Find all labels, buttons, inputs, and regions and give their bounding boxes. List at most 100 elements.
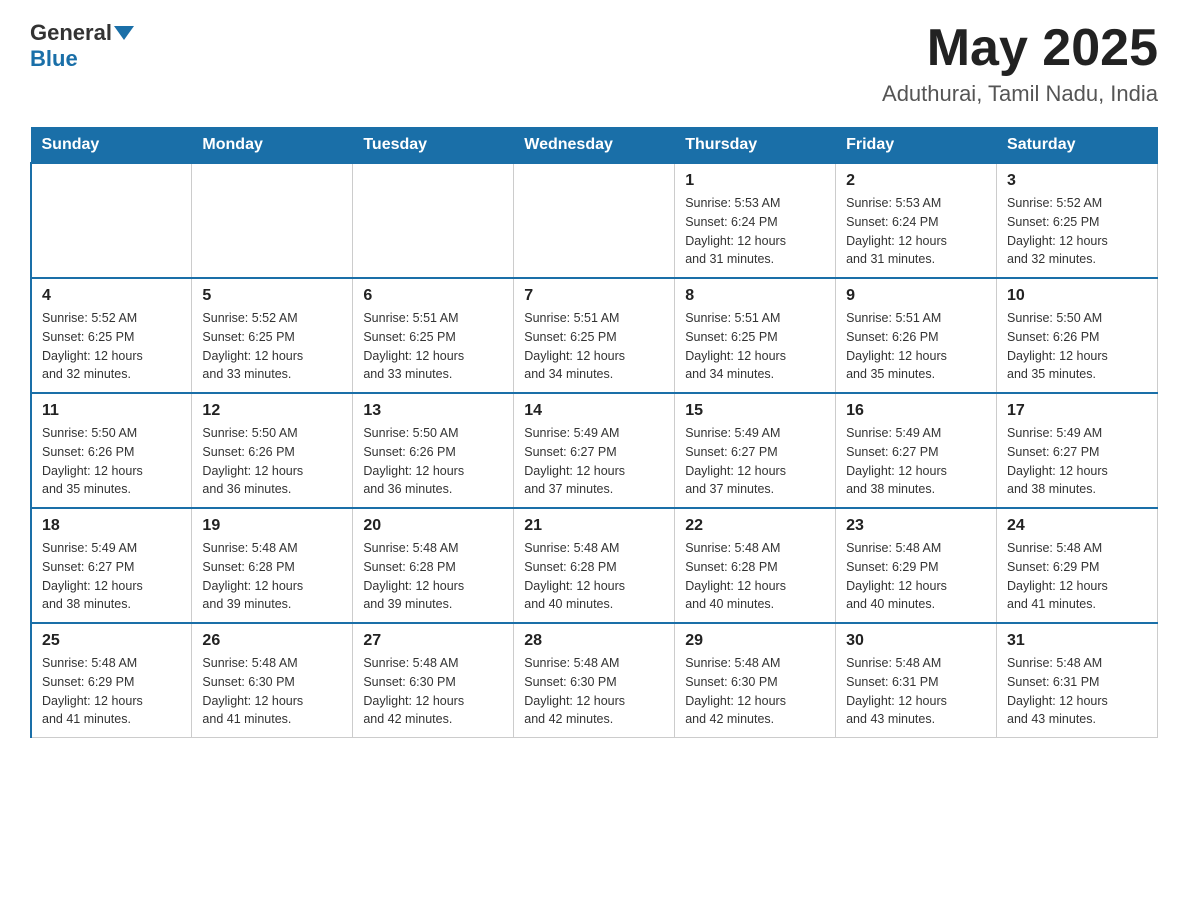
logo: General Blue	[30, 20, 136, 72]
day-info: Sunrise: 5:51 AMSunset: 6:25 PMDaylight:…	[685, 309, 825, 384]
calendar-day-cell: 6Sunrise: 5:51 AMSunset: 6:25 PMDaylight…	[353, 278, 514, 393]
day-number: 30	[846, 632, 986, 650]
day-info: Sunrise: 5:53 AMSunset: 6:24 PMDaylight:…	[685, 194, 825, 269]
location-subtitle: Aduthurai, Tamil Nadu, India	[882, 81, 1158, 107]
logo-blue-text: Blue	[30, 46, 78, 72]
day-number: 19	[202, 517, 342, 535]
header-sunday: Sunday	[31, 128, 192, 164]
calendar-day-cell: 26 Sunrise: 5:48 AMSunset: 6:30 PMDayligh…	[192, 623, 353, 738]
calendar-day-cell: 16 Sunrise: 5:49 AMSunset: 6:27 PMDayligh…	[836, 393, 997, 508]
day-info: Sunrise: 5:48 AMSunset: 6:28 PMDaylight:…	[363, 539, 503, 614]
day-info: Sunrise: 5:48 AMSunset: 6:28 PMDaylight:…	[685, 539, 825, 614]
day-number: 1	[685, 172, 825, 190]
calendar-day-cell: 17Sunrise: 5:49 AMSunset: 6:27 PMDayligh…	[997, 393, 1158, 508]
day-info: Sunrise: 5:49 AMSunset: 6:27 PMDaylight:…	[846, 424, 986, 499]
calendar-day-cell: 4Sunrise: 5:52 AMSunset: 6:25 PMDaylight…	[31, 278, 192, 393]
header-friday: Friday	[836, 128, 997, 164]
calendar-day-cell: 22 Sunrise: 5:48 AMSunset: 6:28 PMDayligh…	[675, 508, 836, 623]
day-number: 21	[524, 517, 664, 535]
day-number: 9	[846, 287, 986, 305]
month-year-title: May 2025	[882, 20, 1158, 77]
calendar-day-cell: 19 Sunrise: 5:48 AMSunset: 6:28 PMDayligh…	[192, 508, 353, 623]
logo-triangle-icon	[114, 26, 134, 40]
calendar-day-cell: 12Sunrise: 5:50 AMSunset: 6:26 PMDayligh…	[192, 393, 353, 508]
day-info: Sunrise: 5:48 AMSunset: 6:31 PMDaylight:…	[846, 654, 986, 729]
day-info: Sunrise: 5:53 AMSunset: 6:24 PMDaylight:…	[846, 194, 986, 269]
title-section: May 2025 Aduthurai, Tamil Nadu, India	[882, 20, 1158, 107]
calendar-day-cell: 1 Sunrise: 5:53 AMSunset: 6:24 PMDaylight…	[675, 163, 836, 278]
calendar-day-cell: 29Sunrise: 5:48 AMSunset: 6:30 PMDayligh…	[675, 623, 836, 738]
day-info: Sunrise: 5:48 AMSunset: 6:30 PMDaylight:…	[363, 654, 503, 729]
calendar-day-cell: 9Sunrise: 5:51 AMSunset: 6:26 PMDaylight…	[836, 278, 997, 393]
page-header: General Blue May 2025 Aduthurai, Tamil N…	[30, 20, 1158, 107]
day-info: Sunrise: 5:48 AMSunset: 6:30 PMDaylight:…	[524, 654, 664, 729]
calendar-day-cell: 7 Sunrise: 5:51 AMSunset: 6:25 PMDaylight…	[514, 278, 675, 393]
day-number: 8	[685, 287, 825, 305]
day-info: Sunrise: 5:49 AMSunset: 6:27 PMDaylight:…	[685, 424, 825, 499]
day-info: Sunrise: 5:51 AMSunset: 6:25 PMDaylight:…	[363, 309, 503, 384]
calendar-day-cell: 13Sunrise: 5:50 AMSunset: 6:26 PMDayligh…	[353, 393, 514, 508]
calendar-day-cell: 8 Sunrise: 5:51 AMSunset: 6:25 PMDaylight…	[675, 278, 836, 393]
calendar-day-cell: 24 Sunrise: 5:48 AMSunset: 6:29 PMDayligh…	[997, 508, 1158, 623]
day-info: Sunrise: 5:49 AMSunset: 6:27 PMDaylight:…	[524, 424, 664, 499]
day-number: 11	[42, 402, 181, 420]
day-info: Sunrise: 5:48 AMSunset: 6:29 PMDaylight:…	[1007, 539, 1147, 614]
calendar-day-cell: 30 Sunrise: 5:48 AMSunset: 6:31 PMDayligh…	[836, 623, 997, 738]
day-number: 20	[363, 517, 503, 535]
calendar-day-cell: 25Sunrise: 5:48 AMSunset: 6:29 PMDayligh…	[31, 623, 192, 738]
day-number: 24	[1007, 517, 1147, 535]
day-number: 23	[846, 517, 986, 535]
calendar-day-cell: 31Sunrise: 5:48 AMSunset: 6:31 PMDayligh…	[997, 623, 1158, 738]
calendar-header: Sunday Monday Tuesday Wednesday Thursday…	[31, 128, 1158, 164]
day-info: Sunrise: 5:48 AMSunset: 6:28 PMDaylight:…	[202, 539, 342, 614]
day-number: 16	[846, 402, 986, 420]
day-number: 22	[685, 517, 825, 535]
header-thursday: Thursday	[675, 128, 836, 164]
day-info: Sunrise: 5:48 AMSunset: 6:30 PMDaylight:…	[685, 654, 825, 729]
calendar-week-row: 11 Sunrise: 5:50 AMSunset: 6:26 PMDayligh…	[31, 393, 1158, 508]
day-number: 7	[524, 287, 664, 305]
day-number: 15	[685, 402, 825, 420]
day-info: Sunrise: 5:51 AMSunset: 6:25 PMDaylight:…	[524, 309, 664, 384]
day-info: Sunrise: 5:50 AMSunset: 6:26 PMDaylight:…	[1007, 309, 1147, 384]
day-info: Sunrise: 5:52 AMSunset: 6:25 PMDaylight:…	[202, 309, 342, 384]
day-number: 14	[524, 402, 664, 420]
header-monday: Monday	[192, 128, 353, 164]
calendar-week-row: 25Sunrise: 5:48 AMSunset: 6:29 PMDayligh…	[31, 623, 1158, 738]
day-info: Sunrise: 5:48 AMSunset: 6:30 PMDaylight:…	[202, 654, 342, 729]
day-info: Sunrise: 5:48 AMSunset: 6:31 PMDaylight:…	[1007, 654, 1147, 729]
day-info: Sunrise: 5:48 AMSunset: 6:28 PMDaylight:…	[524, 539, 664, 614]
logo-general-text: General	[30, 20, 112, 46]
days-of-week-row: Sunday Monday Tuesday Wednesday Thursday…	[31, 128, 1158, 164]
calendar-week-row: 18Sunrise: 5:49 AMSunset: 6:27 PMDayligh…	[31, 508, 1158, 623]
day-info: Sunrise: 5:52 AMSunset: 6:25 PMDaylight:…	[1007, 194, 1147, 269]
calendar-day-cell: 3 Sunrise: 5:52 AMSunset: 6:25 PMDaylight…	[997, 163, 1158, 278]
calendar-day-cell: 23 Sunrise: 5:48 AMSunset: 6:29 PMDayligh…	[836, 508, 997, 623]
header-saturday: Saturday	[997, 128, 1158, 164]
calendar-body: 1 Sunrise: 5:53 AMSunset: 6:24 PMDaylight…	[31, 163, 1158, 738]
day-info: Sunrise: 5:49 AMSunset: 6:27 PMDaylight:…	[42, 539, 181, 614]
day-number: 2	[846, 172, 986, 190]
day-number: 26	[202, 632, 342, 650]
day-number: 5	[202, 287, 342, 305]
calendar-day-cell: 15 Sunrise: 5:49 AMSunset: 6:27 PMDayligh…	[675, 393, 836, 508]
day-info: Sunrise: 5:50 AMSunset: 6:26 PMDaylight:…	[363, 424, 503, 499]
calendar-day-cell	[353, 163, 514, 278]
day-number: 28	[524, 632, 664, 650]
header-tuesday: Tuesday	[353, 128, 514, 164]
calendar-day-cell: 27 Sunrise: 5:48 AMSunset: 6:30 PMDayligh…	[353, 623, 514, 738]
calendar-day-cell: 2 Sunrise: 5:53 AMSunset: 6:24 PMDaylight…	[836, 163, 997, 278]
calendar-day-cell: 11Sunrise: 5:50 AMSunset: 6:26 PMDayligh…	[31, 393, 192, 508]
day-number: 25	[42, 632, 181, 650]
header-wednesday: Wednesday	[514, 128, 675, 164]
calendar-day-cell: 21 Sunrise: 5:48 AMSunset: 6:28 PMDayligh…	[514, 508, 675, 623]
day-number: 4	[42, 287, 181, 305]
calendar-day-cell: 18Sunrise: 5:49 AMSunset: 6:27 PMDayligh…	[31, 508, 192, 623]
calendar-day-cell: 14 Sunrise: 5:49 AMSunset: 6:27 PMDayligh…	[514, 393, 675, 508]
calendar-day-cell	[192, 163, 353, 278]
day-number: 3	[1007, 172, 1147, 190]
day-number: 27	[363, 632, 503, 650]
calendar-week-row: 4 Sunrise: 5:52 AMSunset: 6:25 PMDaylight…	[31, 278, 1158, 393]
day-info: Sunrise: 5:48 AMSunset: 6:29 PMDaylight:…	[846, 539, 986, 614]
calendar-day-cell: 20 Sunrise: 5:48 AMSunset: 6:28 PMDayligh…	[353, 508, 514, 623]
